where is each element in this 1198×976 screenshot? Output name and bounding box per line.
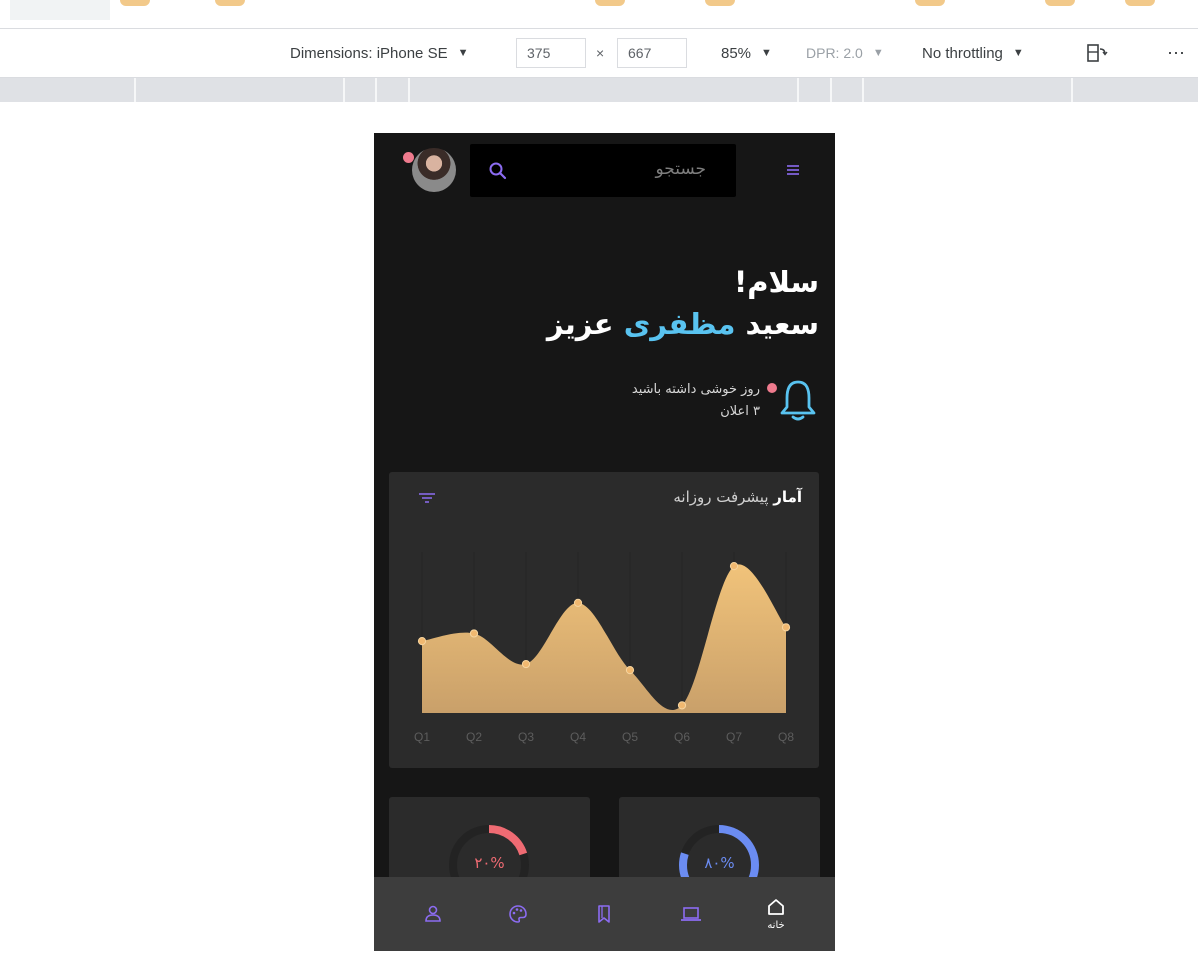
data-point[interactable] <box>417 636 427 646</box>
throttle-value: No throttling <box>922 44 1003 62</box>
tab-decoration <box>215 0 245 6</box>
home-icon <box>768 899 784 915</box>
area-series <box>422 564 786 713</box>
zoom-dropdown[interactable]: 85% ▼ <box>721 29 772 77</box>
tab-decoration <box>595 0 625 6</box>
ruler-mark[interactable] <box>830 78 832 102</box>
name-last: عزیز <box>546 307 614 341</box>
nav-bookmarks[interactable] <box>569 877 639 951</box>
ruler-mark[interactable] <box>408 78 410 102</box>
ruler-mark[interactable] <box>862 78 864 102</box>
tab-decoration <box>120 0 150 6</box>
rotate-button[interactable] <box>1086 29 1108 77</box>
media-query-ruler <box>0 78 1198 102</box>
menu-icon[interactable] <box>782 159 804 181</box>
status-dot <box>403 152 414 163</box>
browser-tab-strip <box>0 0 1198 20</box>
laptop-icon <box>681 907 701 921</box>
throttling-dropdown[interactable]: No throttling ▼ <box>922 29 1024 77</box>
notification-dot <box>767 383 777 393</box>
nav-profile[interactable] <box>398 877 468 951</box>
nav-devices[interactable] <box>656 877 726 951</box>
x-tick-label: Q8 <box>778 730 794 744</box>
ruler-mark[interactable] <box>797 78 799 102</box>
x-tick-label: Q2 <box>466 730 482 744</box>
area-chart: Q1 Q2 Q3 Q4 Q5 Q6 Q7 Q8 <box>414 552 794 744</box>
notice-greeting: روز خوشی داشته باشید <box>631 382 760 397</box>
greeting-heading: سلام! <box>733 265 819 299</box>
search-box[interactable]: جستجو <box>470 144 736 197</box>
height-input[interactable]: 667 <box>617 38 687 68</box>
times-sign: × <box>596 45 605 61</box>
nav-home-label: خانه <box>767 920 785 931</box>
name-highlight: مظفری <box>623 307 736 341</box>
rotate-icon <box>1087 44 1108 62</box>
browser-tab[interactable] <box>10 0 110 20</box>
ruler-mark[interactable] <box>134 78 136 102</box>
x-tick-label: Q7 <box>726 730 742 744</box>
dpr-value: DPR: 2.0 <box>806 45 863 61</box>
user-name-heading: سعید مظفری عزیز <box>547 307 819 341</box>
notification-summary: روز خوشی داشته باشید ۳ اعلان <box>632 379 760 423</box>
caret-down-icon: ▼ <box>457 47 469 59</box>
x-tick-label: Q3 <box>518 730 534 744</box>
ruler-mark[interactable] <box>375 78 377 102</box>
x-tick-label: Q1 <box>414 730 430 744</box>
data-point[interactable] <box>469 629 479 638</box>
caret-down-icon: ▼ <box>872 47 884 59</box>
progress-value-left: ۲۰% <box>474 854 505 872</box>
bottom-navigation: خانه <box>374 877 835 951</box>
progress-value-right: ۸۰% <box>704 854 735 872</box>
more-options-button[interactable]: ⋯ <box>1167 29 1185 77</box>
data-point[interactable] <box>677 701 687 710</box>
stats-card: آمار پیشرفت روزانه Q1 Q2 Q3 Q4 Q5 Q6 Q7 Q8 <box>389 472 819 768</box>
search-input[interactable]: جستجو <box>655 159 706 179</box>
dimensions-dropdown[interactable]: Dimensions: iPhone SE ▼ <box>290 29 468 77</box>
progress-card-right: ۸۰% <box>619 797 820 905</box>
data-point[interactable] <box>625 666 635 675</box>
filter-icon[interactable] <box>417 490 437 506</box>
search-icon[interactable] <box>488 161 508 181</box>
zoom-value: 85% <box>721 44 752 62</box>
dimensions-label: Dimensions: iPhone SE <box>290 44 448 62</box>
ruler-mark[interactable] <box>343 78 345 102</box>
height-value: 667 <box>628 45 652 61</box>
notice-count: ۳ اعلان <box>720 404 760 419</box>
progress-card-left: ۲۰% <box>389 797 590 905</box>
tab-decoration <box>705 0 735 6</box>
width-value: 375 <box>527 45 551 61</box>
bell-icon[interactable] <box>778 376 818 424</box>
device-viewport: جستجو سلام! سعید مظفری عزیز روز خوشی داش… <box>374 133 835 951</box>
palette-icon <box>509 905 527 923</box>
nav-home[interactable]: خانه <box>741 877 811 951</box>
x-tick-label: Q5 <box>622 730 638 744</box>
ruler-mark[interactable] <box>1071 78 1073 102</box>
width-input[interactable]: 375 <box>516 38 586 68</box>
tab-decoration <box>915 0 945 6</box>
dpr-dropdown[interactable]: DPR: 2.0 ▼ <box>806 29 884 77</box>
x-tick-label: Q6 <box>674 730 690 744</box>
user-icon <box>425 905 441 922</box>
data-point[interactable] <box>521 659 531 669</box>
tab-decoration <box>1125 0 1155 6</box>
x-tick-label: Q4 <box>570 730 586 744</box>
avatar[interactable] <box>412 148 456 192</box>
card-title-rest: پیشرفت روزانه <box>673 488 769 506</box>
card-title-bold: آمار <box>773 488 802 506</box>
nav-theme[interactable] <box>483 877 553 951</box>
name-first: سعید <box>745 307 819 341</box>
data-point[interactable] <box>573 598 583 607</box>
data-point[interactable] <box>781 623 791 632</box>
data-point[interactable] <box>729 562 739 571</box>
caret-down-icon: ▼ <box>1012 47 1024 59</box>
stats-card-title: آمار پیشرفت روزانه <box>673 488 802 506</box>
device-toolbar: Dimensions: iPhone SE ▼ 375 × 667 85% ▼ … <box>0 28 1198 78</box>
bookmark-icon <box>598 905 610 923</box>
tab-decoration <box>1045 0 1075 6</box>
caret-down-icon: ▼ <box>761 47 772 59</box>
